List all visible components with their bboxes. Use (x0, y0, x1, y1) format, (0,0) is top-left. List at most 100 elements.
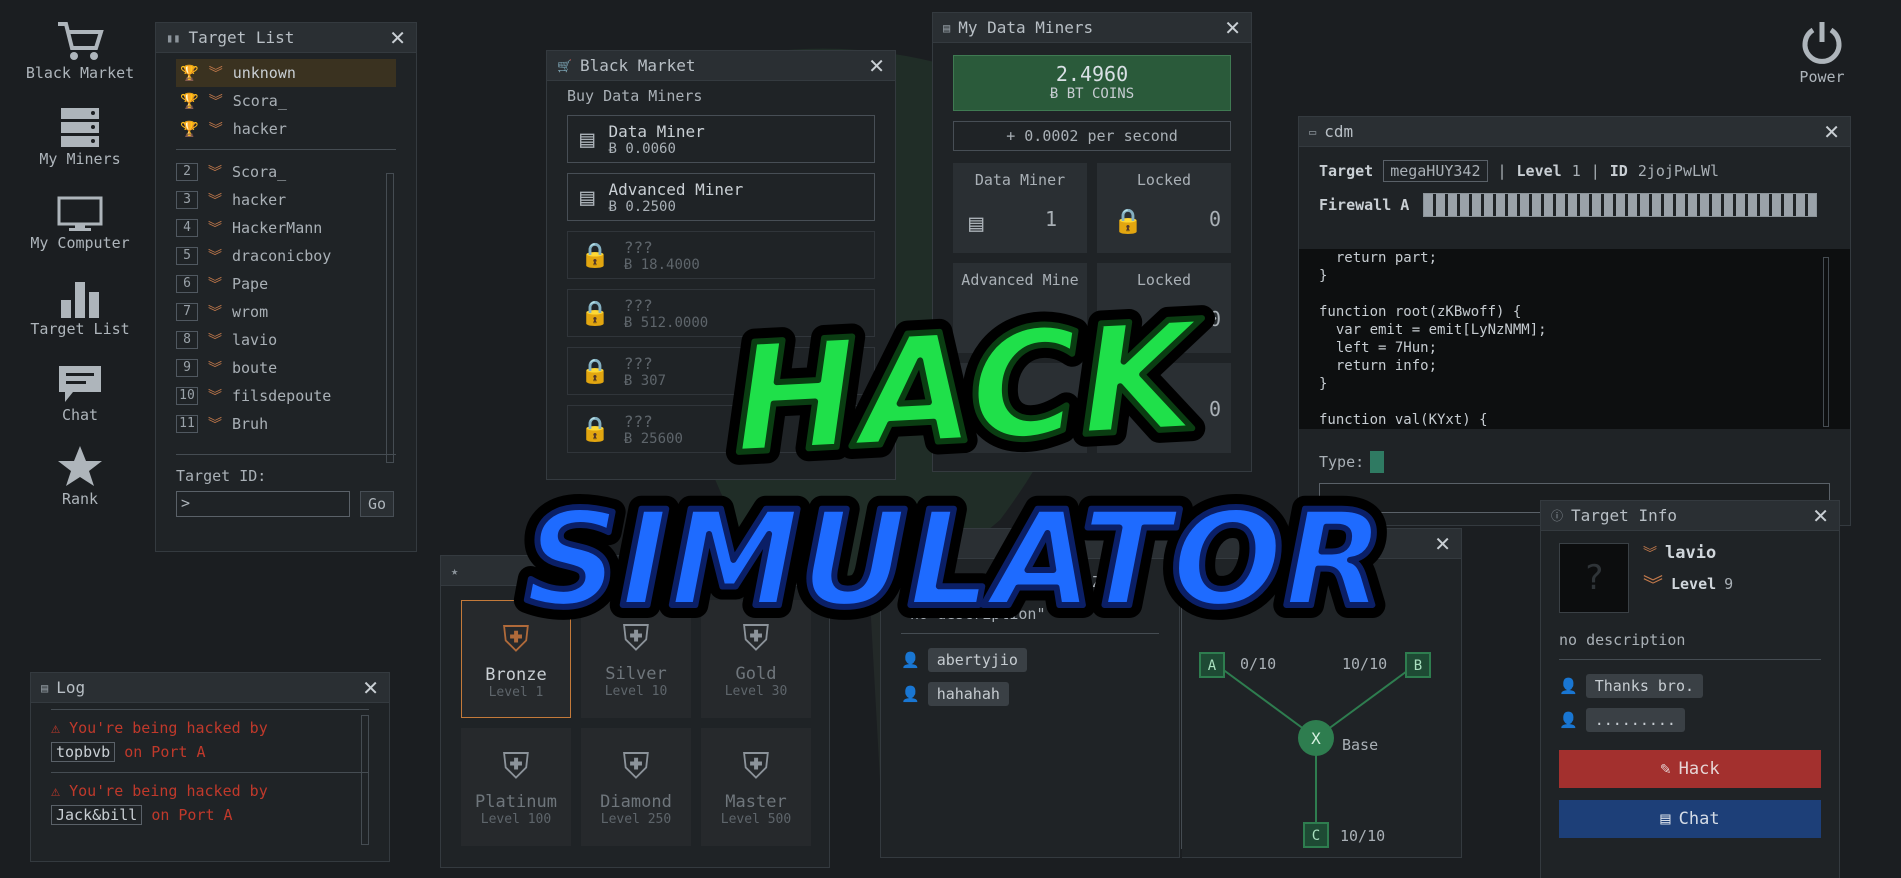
rank-level: Level 10 (604, 684, 668, 699)
cell-label: Data Miner (974, 171, 1066, 189)
target-list-item[interactable]: 10 ︾ filsdepoute (176, 382, 396, 410)
close-icon[interactable]: ✕ (1224, 16, 1241, 40)
separator: | (1497, 162, 1507, 180)
market-item[interactable]: ▤ Data Miner Ƀ 0.0060 (567, 115, 875, 163)
close-icon[interactable]: ✕ (868, 54, 885, 78)
chat-message: hahahah (927, 682, 1009, 706)
log-window: ▤ Log ✕ ⚠ You're being hacked by topbvb on … (30, 672, 390, 862)
close-icon[interactable]: ✕ (1812, 504, 1829, 528)
black-market-titlebar[interactable]: 🛒 Black Market ✕ (547, 51, 895, 81)
user-icon: 👤 (901, 685, 920, 703)
rank-tier[interactable]: ⛨ Bronze Level 1 (461, 600, 571, 718)
sidebar-item-rank[interactable]: Rank (10, 444, 150, 508)
id-value: 2jojPwLWl (1637, 162, 1720, 180)
log-scrollbar[interactable] (361, 715, 369, 845)
code-scrollbar[interactable] (1823, 257, 1829, 427)
currency-label: BT COINS (1066, 86, 1135, 102)
server-icon: ▤ (969, 209, 984, 237)
chat-button[interactable]: ▤ Chat (1559, 800, 1821, 838)
target-list-item[interactable]: 9 ︾ boute (176, 354, 396, 382)
target-list-titlebar[interactable]: ▮▮ Target List ✕ (156, 23, 416, 53)
rank-tier[interactable]: ⛨ Diamond Level 250 (581, 728, 691, 846)
rank-level: Level 500 (720, 812, 792, 827)
rank-level: Level 30 (724, 684, 788, 699)
top-entry[interactable]: 🏆 ︾ unknown (176, 59, 396, 87)
target-list-item[interactable]: 8 ︾ lavio (176, 326, 396, 354)
rank-tier[interactable]: ⛨ Gold Level 30 (701, 600, 811, 718)
close-icon[interactable]: ✕ (1434, 532, 1451, 556)
sidebar-item-black-market[interactable]: Black Market (10, 20, 150, 82)
rank-titlebar[interactable]: ★ (441, 556, 829, 586)
close-icon[interactable]: ✕ (389, 26, 406, 50)
firewall-bar (1423, 193, 1818, 217)
locked-market-item[interactable]: 🔒??? Ƀ 25600 (567, 405, 875, 453)
target-list-item[interactable]: 3 ︾ hacker (176, 186, 396, 214)
server-icon: ▤ (580, 183, 595, 211)
locked-market-item[interactable]: 🔒??? Ƀ 512.0000 (567, 289, 875, 337)
market-item[interactable]: ▤ Advanced Miner Ƀ 0.2500 (567, 173, 875, 221)
star-icon (58, 446, 102, 486)
node-base[interactable]: X (1298, 720, 1334, 756)
miner-cell (953, 363, 1087, 453)
target-list-item[interactable]: 4 ︾ HackerMann (176, 214, 396, 242)
target-list-item[interactable]: 6 ︾ Pape (176, 270, 396, 298)
target-id-input[interactable]: > (176, 491, 350, 517)
user-icon: 👤 (901, 651, 920, 669)
target-label: Target (1319, 162, 1374, 180)
bitcoin-icon: Ƀ (623, 430, 641, 447)
cell-label: Advanced Mine (961, 271, 1079, 289)
chevron-rank-icon: ︾ (208, 66, 223, 82)
cdm-titlebar[interactable]: ▭ cdm ✕ (1299, 117, 1850, 147)
top-entry[interactable]: 🏆 ︾ Scora_ (176, 87, 396, 115)
close-icon[interactable]: ✕ (1823, 120, 1840, 144)
log-user[interactable]: topbvb (51, 742, 116, 762)
item-name: Advanced Miner (608, 179, 744, 199)
power-button[interactable]: Power (1752, 20, 1892, 86)
node-value: 10/10 (1342, 655, 1387, 673)
cart-icon: 🛒 (557, 58, 572, 73)
lock-icon: 🔒 (580, 415, 610, 443)
top-entry[interactable]: 🏆 ︾ hacker (176, 115, 396, 143)
network-titlebar[interactable]: ✕ (1182, 529, 1461, 559)
locked-market-item[interactable]: 🔒??? Ƀ 307 (567, 347, 875, 395)
rank-number: 9 (176, 359, 198, 377)
node-a[interactable]: A (1199, 652, 1225, 678)
target-list-item[interactable]: 5 ︾ draconicboy (176, 242, 396, 270)
close-icon[interactable]: ✕ (362, 676, 379, 700)
rank-tier[interactable]: ⛨ Platinum Level 100 (461, 728, 571, 846)
target-name: wrom (232, 303, 269, 321)
target-list-item[interactable]: 2 ︾ Scora_ (176, 158, 396, 186)
rank-tier[interactable]: ⛨ Silver Level 10 (581, 600, 691, 718)
go-button[interactable]: Go (360, 491, 394, 517)
miners-titlebar[interactable]: ▤ My Data Miners ✕ (933, 13, 1251, 43)
target-list-item[interactable]: 7 ︾ wrom (176, 298, 396, 326)
sidebar-item-my-miners[interactable]: My Miners (10, 106, 150, 168)
item-price: 512.0000 (640, 314, 709, 331)
warning-icon: ⚠ (51, 719, 70, 737)
hack-button[interactable]: ✎ Hack (1559, 750, 1821, 788)
profile-titlebar[interactable]: pu (881, 529, 1179, 559)
window-title: pu (891, 534, 911, 553)
window-title: Log (56, 678, 86, 697)
chevron-rank-icon: ︾ (208, 94, 223, 110)
sidebar-item-my-computer[interactable]: My Computer (10, 196, 150, 252)
lock-icon: 🔒 (580, 241, 610, 269)
target-info-window: ⓘ Target Info ✕ ? ︾ lavio ︾ Level 9 no descri… (1540, 500, 1840, 878)
rank-tier[interactable]: ⛨ Master Level 500 (701, 728, 811, 846)
id-label: ID (1609, 162, 1628, 180)
sidebar-item-target-list[interactable]: Target List (10, 280, 150, 338)
log-titlebar[interactable]: ▤ Log ✕ (31, 673, 389, 703)
log-user[interactable]: Jack&bill (51, 805, 143, 825)
target-list-item[interactable]: 11 ︾ Bruh (176, 410, 396, 438)
node-b[interactable]: B (1405, 652, 1431, 678)
target-info-titlebar[interactable]: ⓘ Target Info ✕ (1541, 501, 1839, 531)
sidebar-item-chat[interactable]: Chat (10, 364, 150, 424)
trophy-icon: 🏆 (180, 92, 199, 110)
log-text: You're being hacked by (69, 782, 268, 800)
list-scrollbar[interactable] (386, 173, 394, 463)
bitcoin-icon: Ƀ (623, 256, 641, 273)
description: "no description" (901, 605, 1046, 623)
rank-window: ★ ⛨ Bronze Level 1 ⛨ Silver Level 10 ⛨ Gold Leve… (440, 555, 830, 868)
locked-market-item[interactable]: 🔒??? Ƀ 18.4000 (567, 231, 875, 279)
node-c[interactable]: C (1303, 822, 1329, 848)
